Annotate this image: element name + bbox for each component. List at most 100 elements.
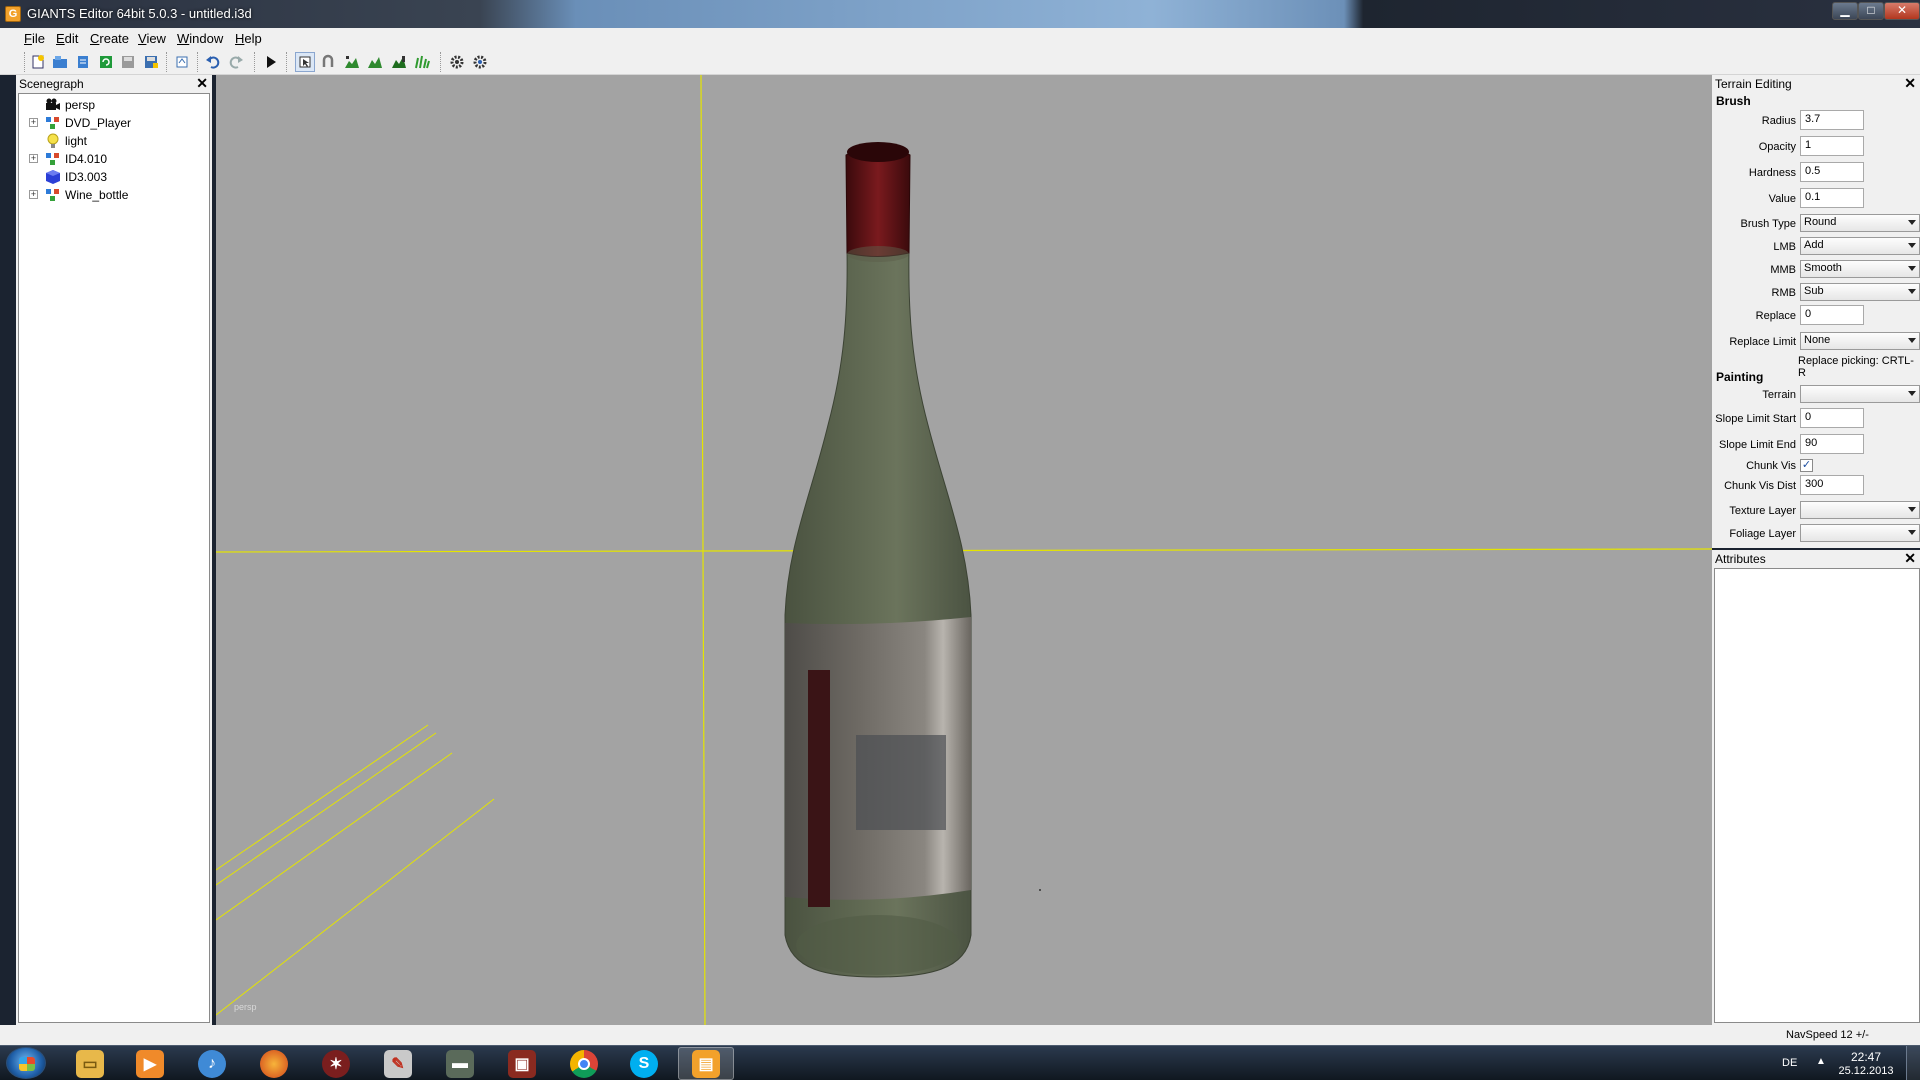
move-tool-icon[interactable]	[318, 52, 338, 72]
chrome-icon[interactable]	[556, 1047, 612, 1080]
replace-input[interactable]: 0	[1800, 305, 1864, 325]
toolbar-separator	[24, 52, 26, 72]
opacity-input[interactable]: 1	[1800, 136, 1864, 156]
tree-item-label: DVD_Player	[65, 116, 132, 130]
terrain-editing-close-button[interactable]: ✕	[1904, 75, 1916, 92]
menu-bar: File Edit Create View Window Help	[0, 28, 1920, 48]
editor-icon[interactable]: ✎	[370, 1047, 426, 1080]
attributes-close-button[interactable]: ✕	[1904, 550, 1916, 567]
hardness-input[interactable]: 0.5	[1800, 162, 1864, 182]
reload-icon[interactable]	[96, 52, 116, 72]
play-icon[interactable]	[261, 52, 281, 72]
language-indicator[interactable]: DE	[1782, 1057, 1797, 1069]
tree-item-light[interactable]: light	[19, 132, 209, 150]
close-window-button[interactable]: ✕	[1884, 2, 1920, 20]
new-icon[interactable]	[28, 52, 48, 72]
foliage-layer-select[interactable]	[1800, 524, 1920, 542]
minimize-button[interactable]: ▁	[1832, 2, 1858, 20]
tree-item-label: light	[65, 134, 88, 148]
open-icon[interactable]	[50, 52, 70, 72]
y-axis-line	[700, 75, 706, 1025]
radius-input[interactable]: 3.7	[1800, 110, 1864, 130]
scenegraph-tree[interactable]: persp + DVD_Player light + ID4.010 ID3.0…	[18, 93, 210, 1023]
expand-icon[interactable]: +	[29, 154, 38, 163]
3d-viewport[interactable]: persp	[216, 75, 1712, 1025]
itunes-icon[interactable]: ♪	[184, 1047, 240, 1080]
value-label: Value	[1768, 193, 1796, 205]
chunk-vis-checkbox[interactable]: ✓	[1800, 459, 1813, 472]
explorer-icon[interactable]: ▭	[62, 1047, 118, 1080]
menu-window[interactable]: Window	[177, 31, 223, 46]
brush-heading: Brush	[1716, 94, 1751, 108]
windows-logo-icon	[19, 1057, 35, 1071]
z-axis-line	[216, 724, 429, 871]
expand-icon[interactable]: +	[29, 190, 38, 199]
lmb-select[interactable]: Add	[1800, 237, 1920, 255]
x-axis-line	[216, 548, 1712, 553]
tree-item-id3-003[interactable]: ID3.003	[19, 168, 209, 186]
terrain-paint-icon[interactable]	[365, 52, 385, 72]
replace-limit-label: Replace Limit	[1729, 336, 1796, 348]
scenegraph-close-button[interactable]: ✕	[196, 75, 208, 92]
terrain-raise-icon[interactable]	[342, 52, 362, 72]
firefox-icon[interactable]	[246, 1047, 302, 1080]
maximize-button[interactable]: □	[1858, 2, 1884, 20]
tree-item-wine-bottle[interactable]: + Wine_bottle	[19, 186, 209, 204]
settings-alt-icon[interactable]	[470, 52, 490, 72]
texture-layer-select[interactable]	[1800, 501, 1920, 519]
game-icon[interactable]: ▣	[494, 1047, 550, 1080]
slope-end-input[interactable]: 90	[1800, 434, 1864, 454]
select-tool-icon[interactable]	[295, 52, 315, 72]
light-bulb-icon	[45, 133, 61, 149]
attributes-body[interactable]	[1714, 568, 1920, 1023]
slope-start-input[interactable]: 0	[1800, 408, 1864, 428]
tray-expand-icon[interactable]: ▲	[1816, 1056, 1826, 1067]
redo-icon[interactable]	[226, 52, 246, 72]
farming-sim-icon[interactable]: ✶	[308, 1047, 364, 1080]
show-desktop-button[interactable]	[1906, 1046, 1920, 1080]
title-bar[interactable]: G GIANTS Editor 64bit 5.0.3 - untitled.i…	[0, 0, 1920, 28]
settings-icon[interactable]	[447, 52, 467, 72]
opacity-label: Opacity	[1758, 141, 1796, 153]
save-as-icon[interactable]	[141, 52, 161, 72]
tree-item-id4-010[interactable]: + ID4.010	[19, 150, 209, 168]
value-input[interactable]: 0.1	[1800, 188, 1864, 208]
tree-item-persp[interactable]: persp	[19, 96, 209, 114]
media-player-icon[interactable]: ▶	[122, 1047, 178, 1080]
undo-icon[interactable]	[203, 52, 223, 72]
slope-start-label: Slope Limit Start	[1715, 413, 1796, 425]
slope-end-label: Slope Limit End	[1718, 439, 1796, 451]
tree-item-dvd-player[interactable]: + DVD_Player	[19, 114, 209, 132]
open-list-icon[interactable]	[73, 52, 93, 72]
mmb-select[interactable]: Smooth	[1800, 260, 1920, 278]
terrain-foliage-icon[interactable]	[389, 52, 409, 72]
terrain-select[interactable]	[1800, 385, 1920, 403]
chunk-vis-dist-input[interactable]: 300	[1800, 475, 1864, 495]
expand-icon[interactable]: +	[29, 118, 38, 127]
replace-limit-value: None	[1804, 334, 1831, 346]
camera-icon	[45, 97, 61, 113]
menu-help[interactable]: Help	[235, 31, 262, 46]
window-title: GIANTS Editor 64bit 5.0.3 - untitled.i3d	[27, 6, 252, 21]
terrain-grass-icon[interactable]	[412, 52, 432, 72]
foliage-layer-label: Foliage Layer	[1729, 528, 1796, 540]
clock-date[interactable]: 25.12.2013	[1836, 1065, 1896, 1077]
menu-edit[interactable]: Edit	[56, 31, 78, 46]
giants-editor-icon[interactable]: ▤	[678, 1047, 734, 1080]
menu-view[interactable]: View	[138, 31, 166, 46]
brush-type-select[interactable]: Round	[1800, 214, 1920, 232]
clock-time[interactable]: 22:47	[1836, 1050, 1896, 1064]
viewport-scene	[216, 75, 1712, 1025]
rmb-select[interactable]: Sub	[1800, 283, 1920, 301]
replace-limit-select[interactable]: None	[1800, 332, 1920, 350]
menu-create[interactable]: Create	[90, 31, 129, 46]
skype-icon[interactable]: S	[616, 1047, 672, 1080]
import-icon[interactable]	[172, 52, 192, 72]
start-button[interactable]	[6, 1047, 46, 1079]
menu-file[interactable]: File	[24, 31, 45, 46]
transform-group-icon	[45, 115, 61, 131]
tractor-icon[interactable]: ▬	[432, 1047, 488, 1080]
terrain-editing-title: Terrain Editing	[1715, 77, 1792, 91]
tree-item-label: ID3.003	[65, 170, 108, 184]
save-icon[interactable]	[118, 52, 138, 72]
